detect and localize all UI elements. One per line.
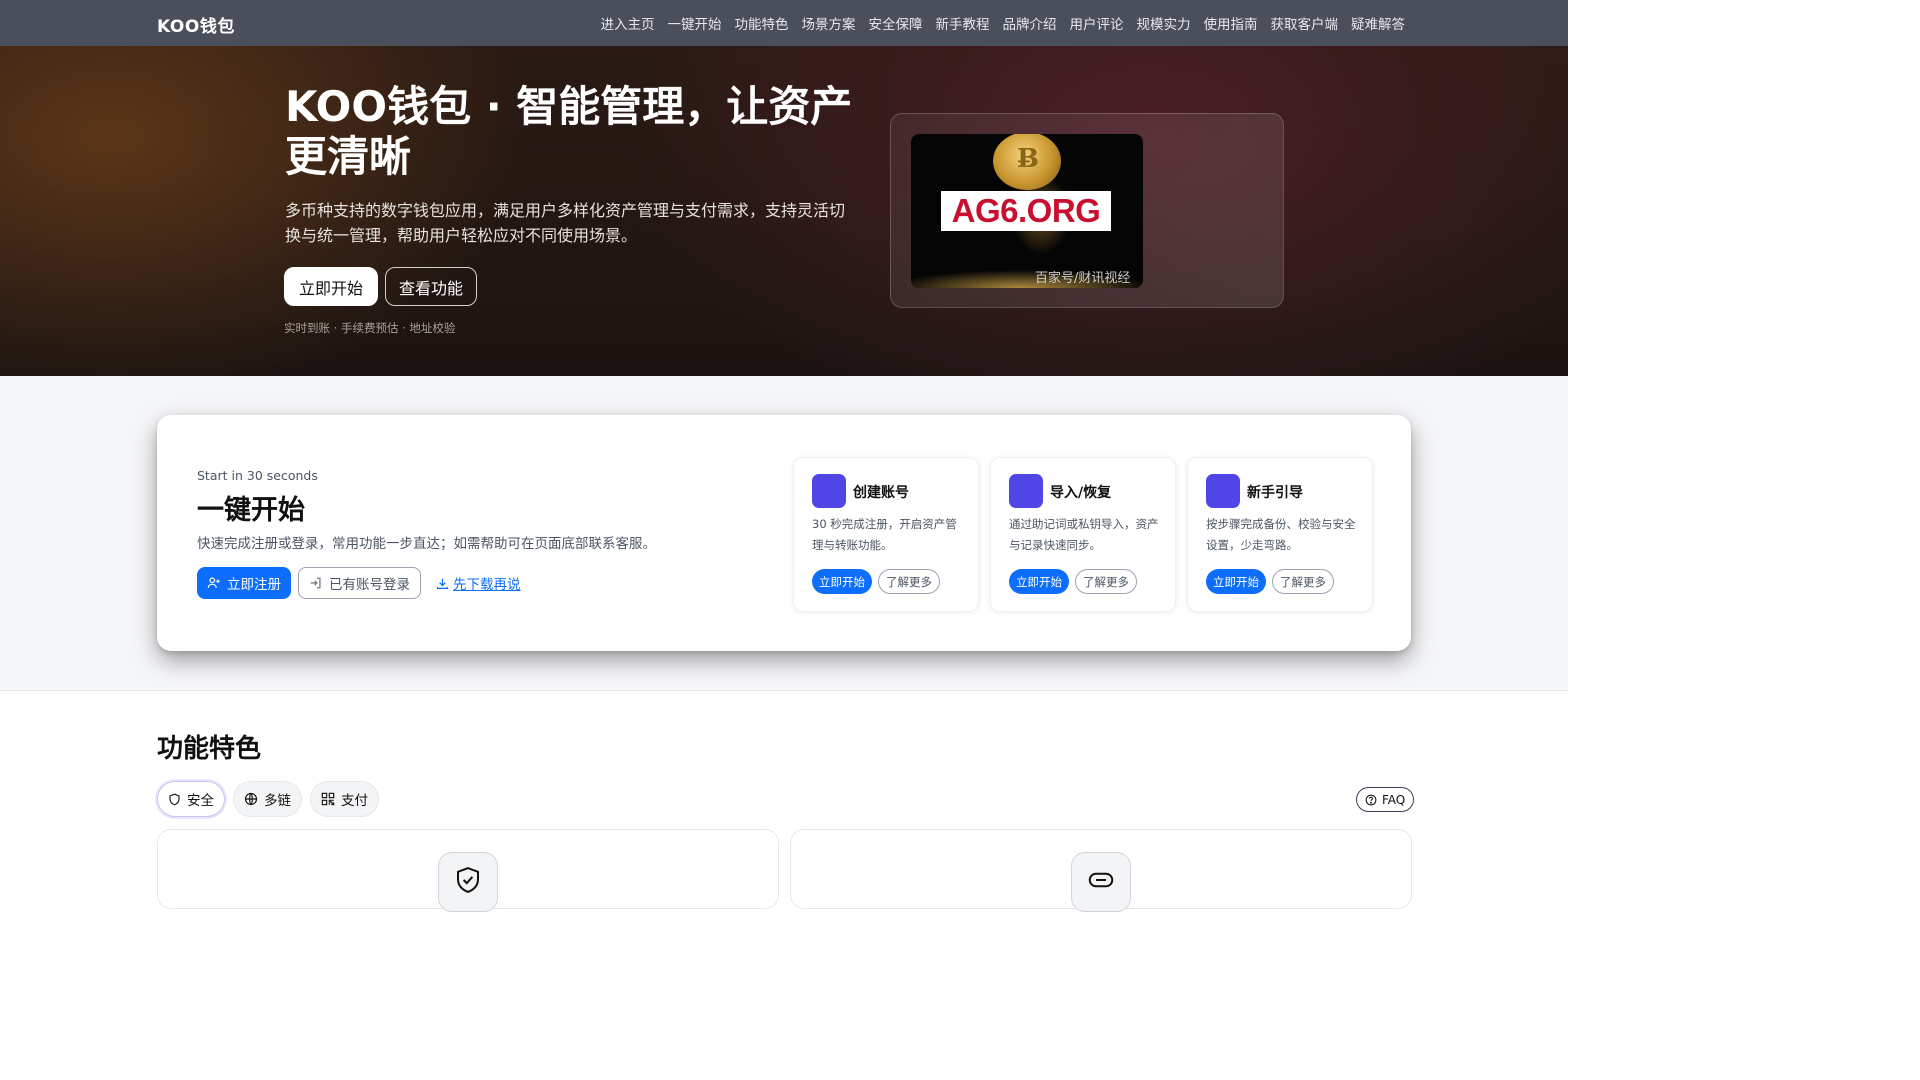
download-link[interactable]: 先下载再说: [436, 573, 521, 593]
card-actions: 立即开始 了解更多: [1206, 569, 1334, 594]
nav-link-scale[interactable]: 规模实力: [1137, 13, 1191, 33]
image-banner-text: AG6.ORG: [941, 191, 1111, 231]
download-icon: [437, 578, 448, 589]
nav-link-scenarios[interactable]: 场景方案: [802, 13, 856, 33]
card-actions: 立即开始 了解更多: [812, 569, 940, 594]
feature-tabs: 安全 多链 支付: [157, 781, 379, 817]
card-title: 导入/恢复: [1050, 485, 1112, 501]
nav-link-home[interactable]: 进入主页: [601, 13, 655, 33]
nav-link-faq[interactable]: 疑难解答: [1351, 13, 1405, 33]
nav-links: 进入主页 一键开始 功能特色 场景方案 安全保障 新手教程 品牌介绍 用户评论 …: [601, 0, 1406, 46]
card-description: 30 秒完成注册，开启资产管理与转账功能。: [812, 517, 957, 552]
start-card: Start in 30 seconds 一键开始 快速完成注册或登录，常用功能一…: [157, 415, 1411, 651]
hero-features-button[interactable]: 查看功能: [385, 267, 478, 306]
tab-payment[interactable]: 支付: [310, 781, 379, 817]
nav-link-security[interactable]: 安全保障: [869, 13, 923, 33]
nav-link-brand[interactable]: 品牌介绍: [1003, 13, 1057, 33]
tab-multichain[interactable]: 多链: [233, 781, 302, 817]
tab-label: 安全: [187, 793, 214, 809]
hero-image: Ƀ AG6.ORG 百家号/财讯视经: [911, 134, 1143, 288]
qr-code-icon: [321, 792, 335, 806]
card-description: 通过助记词或私钥导入，资产与记录快速同步。: [1009, 517, 1159, 552]
nav-link-tutorial[interactable]: 新手教程: [936, 13, 990, 33]
add-user-icon: [207, 577, 220, 588]
start-eyebrow: Start in 30 seconds: [197, 468, 318, 483]
brand-logo[interactable]: KOO钱包: [157, 12, 235, 37]
globe-icon: [244, 792, 258, 806]
start-title: 一键开始: [197, 495, 305, 526]
card-start-button[interactable]: 立即开始: [1009, 569, 1069, 594]
feature-panel-multichain: [790, 829, 1412, 912]
download-link-label: 先下载再说: [453, 577, 521, 593]
hero-description: 多币种支持的数字钱包应用，满足用户多样化资产管理与支付需求，支持灵活切换与统一管…: [285, 201, 846, 245]
features-title: 功能特色: [157, 734, 262, 764]
hero-image-card: Ƀ AG6.ORG 百家号/财讯视经: [890, 113, 1284, 308]
card-actions: 立即开始 了解更多: [1009, 569, 1137, 594]
card-start-button[interactable]: 立即开始: [812, 569, 872, 594]
card-title: 创建账号: [853, 485, 909, 501]
register-button-label: 立即注册: [227, 577, 281, 593]
card-import-restore: 导入/恢复 通过助记词或私钥导入，资产与记录快速同步。 立即开始 了解更多: [990, 457, 1176, 612]
faq-button[interactable]: FAQ: [1356, 787, 1415, 812]
login-icon: [310, 577, 321, 589]
card-title: 新手引导: [1247, 485, 1303, 501]
onboarding-icon: [1206, 474, 1240, 508]
hero-section: KOO钱包 · 智能管理，让资产更清晰 多币种支持的数字钱包应用，满足用户多样化…: [0, 46, 1568, 376]
question-circle-icon: [1365, 794, 1377, 805]
nav-link-features[interactable]: 功能特色: [735, 13, 789, 33]
tab-label: 多链: [264, 793, 291, 809]
card-more-button[interactable]: 了解更多: [878, 569, 940, 594]
shield-icon: [169, 793, 180, 805]
import-restore-icon: [1009, 474, 1043, 508]
feature-panel-security: [157, 829, 779, 912]
hero-actions: 立即开始 查看功能: [284, 267, 478, 306]
hero-note: 实时到账 · 手续费预估 · 地址校验: [284, 321, 456, 335]
nav-link-quick-start[interactable]: 一键开始: [668, 13, 722, 33]
card-description: 按步骤完成备份、校验与安全设置，少走弯路。: [1206, 517, 1356, 552]
start-actions: 立即注册 已有账号登录 先下载再说: [197, 567, 521, 599]
link-chain-icon: [1071, 852, 1131, 912]
login-button[interactable]: 已有账号登录: [298, 567, 421, 599]
register-button[interactable]: 立即注册: [197, 567, 291, 599]
card-start-button[interactable]: 立即开始: [1206, 569, 1266, 594]
tab-security[interactable]: 安全: [157, 781, 225, 817]
nav-link-guide[interactable]: 使用指南: [1204, 13, 1258, 33]
card-onboarding: 新手引导 按步骤完成备份、校验与安全设置，少走弯路。 立即开始 了解更多: [1187, 457, 1373, 612]
faq-label: FAQ: [1382, 792, 1406, 807]
card-create-account: 创建账号 30 秒完成注册，开启资产管理与转账功能。 立即开始 了解更多: [793, 457, 979, 612]
nav-link-download[interactable]: 获取客户端: [1271, 13, 1339, 33]
shield-check-icon: [438, 852, 498, 912]
start-description: 快速完成注册或登录，常用功能一步直达；如需帮助可在页面底部联系客服。: [197, 536, 656, 552]
tab-label: 支付: [341, 793, 368, 809]
hero-start-button[interactable]: 立即开始: [284, 267, 379, 306]
image-watermark: 百家号/财讯视经: [1035, 271, 1131, 286]
card-more-button[interactable]: 了解更多: [1075, 569, 1137, 594]
create-account-icon: [812, 474, 846, 508]
nav-link-reviews[interactable]: 用户评论: [1070, 13, 1124, 33]
hero-title: KOO钱包 · 智能管理，让资产更清晰: [285, 82, 853, 181]
login-button-label: 已有账号登录: [329, 577, 410, 593]
card-more-button[interactable]: 了解更多: [1272, 569, 1334, 594]
top-navbar: KOO钱包 进入主页 一键开始 功能特色 场景方案 安全保障 新手教程 品牌介绍…: [0, 0, 1568, 46]
